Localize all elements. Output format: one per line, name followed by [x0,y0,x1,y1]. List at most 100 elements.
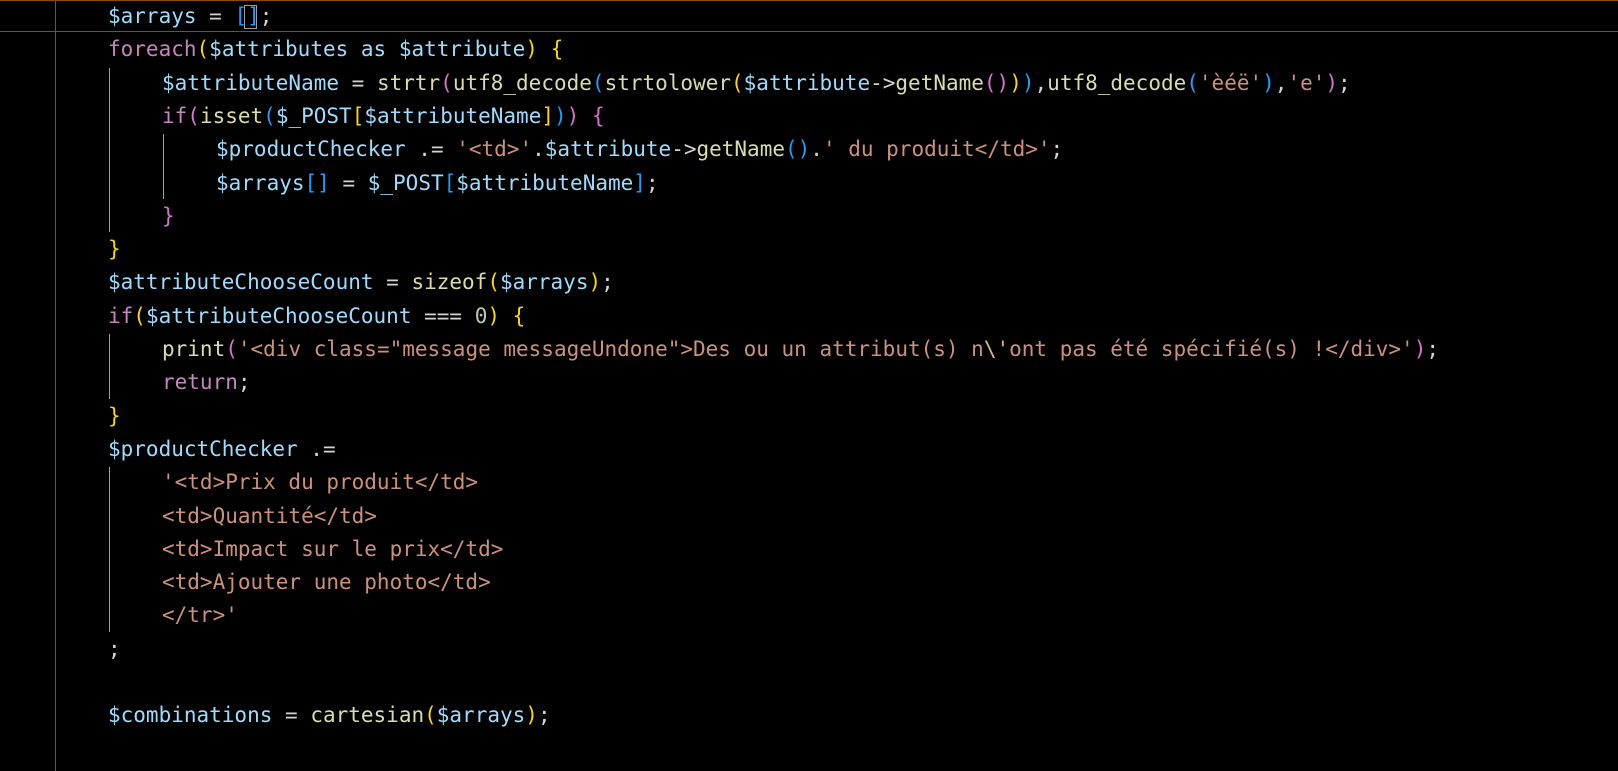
code-line[interactable]: return; [162,366,251,399]
code-token: foreach [108,37,197,62]
code-token: ) [554,103,567,128]
code-token: $productChecker [108,436,298,461]
code-token: ( [187,103,200,128]
code-line[interactable]: </tr>' [162,599,238,632]
code-token: $attributeName [364,103,542,128]
code-token: $_POST [275,103,352,128]
code-token: utf8_decode [1047,70,1187,95]
code-token: '<td>Prix du produit</td> [162,470,479,495]
code-token: print [162,337,226,361]
code-token: [] [304,170,330,195]
code-line[interactable]: '<td>Prix du produit</td> [162,466,478,499]
code-token: -> [870,70,896,95]
code-token: </tr>' [162,603,238,628]
code-token: () [983,70,1010,95]
code-token: getName [895,70,984,95]
code-token: <td>Quantité</td> [162,503,377,528]
code-token: $attributeName [162,70,340,95]
code-token: . [532,137,545,162]
code-token: if [108,303,134,328]
code-token: .= [405,137,457,162]
code-token: ) [1009,70,1022,95]
code-token: = [272,703,311,728]
code-token: ) [566,103,580,128]
code-line[interactable]: $attributeName = strtr(utf8_decode(strto… [162,67,1351,100]
code-token: ; [259,4,273,28]
code-line[interactable]: } [108,233,121,266]
code-token: $arrays [436,703,526,728]
code-token: ; [601,270,614,295]
code-token: if [162,103,188,128]
indent-guide [109,67,110,233]
code-token: .= [297,436,336,461]
code-line[interactable]: if(isset($_POST[$attributeName])) { [162,100,605,133]
indent-guide [109,467,110,632]
code-token: -> [671,137,697,162]
code-token: <td>Impact sur le prix</td> [162,536,504,561]
code-line[interactable]: $productChecker .= [108,433,336,466]
code-token: ont pas été spécifié(s) !</div>' [1009,337,1414,361]
code-token: $attributeChooseCount [145,303,412,328]
code-line[interactable]: $arrays[] = $_POST[$attributeName]; [216,167,659,200]
code-token: '<div class="message messageUndone">Des … [237,337,984,361]
code-token: strtr [376,70,441,95]
code-token: $arrays [108,4,197,28]
code-token: isset [199,103,264,128]
code-token: ; [1338,70,1351,95]
code-token: = [329,170,368,195]
code-token: ; [1426,337,1440,361]
code-token: ' du produit</td>' [822,137,1051,162]
code-token: ; [237,370,251,395]
code-token: === [411,303,475,328]
code-token: strtolower [604,70,731,95]
code-token: = [196,4,235,28]
code-token: ) [525,703,538,728]
code-token: ( [487,270,500,295]
line-gutter[interactable] [0,0,56,771]
code-line[interactable]: } [162,200,175,233]
code-token: 'èéë' [1198,70,1263,95]
code-line[interactable]: <td>Ajouter une photo</td> [162,566,491,599]
code-token: $attributeChooseCount [108,270,374,295]
code-line[interactable]: ; [108,633,121,666]
code-line[interactable]: $arrays = []; [108,0,272,33]
code-line[interactable]: foreach($attributes as $attribute) { [108,33,563,66]
code-editor[interactable]: $arrays = []; foreach($attributes as $att… [0,0,1618,771]
code-token: ( [225,337,238,361]
code-line[interactable]: $productChecker .= '<td>'.$attribute->ge… [216,133,1063,166]
code-token: ( [263,103,276,128]
code-token: ) [525,37,538,62]
code-line[interactable]: $combinations = cartesian($arrays); [108,699,551,732]
code-area[interactable]: $arrays = []; foreach($attributes as $att… [56,0,1618,771]
code-token: } [162,203,175,228]
code-line[interactable]: <td>Impact sur le prix</td> [162,533,503,566]
code-line[interactable]: if($attributeChooseCount === 0) { [108,300,525,333]
code-token: '<td>' [456,137,533,162]
code-token: [ [351,103,365,128]
code-token: ] [633,170,646,195]
code-line[interactable]: print('<div class="message messageUndone… [162,333,1439,366]
code-token: ( [196,37,210,62]
code-token: getName [696,137,785,162]
code-token: { [591,103,605,128]
code-token: ; [645,170,659,195]
code-token: $attributes [209,37,349,62]
code-token: () [785,137,811,162]
code-token: 0 [474,303,488,328]
code-token: ] [541,103,555,128]
code-token: = [373,270,412,295]
code-token: $attribute [743,70,871,95]
code-line[interactable]: $attributeChooseCount = sizeof($arrays); [108,266,614,299]
code-token: ( [731,70,744,95]
code-token: $arrays [499,270,589,295]
code-token: ) [588,270,602,295]
code-token: ; [537,703,551,728]
code-token: ) [487,303,500,328]
code-line[interactable]: <td>Quantité</td> [162,500,377,533]
code-token: $attribute [544,137,672,162]
code-line[interactable]: } [108,400,121,433]
